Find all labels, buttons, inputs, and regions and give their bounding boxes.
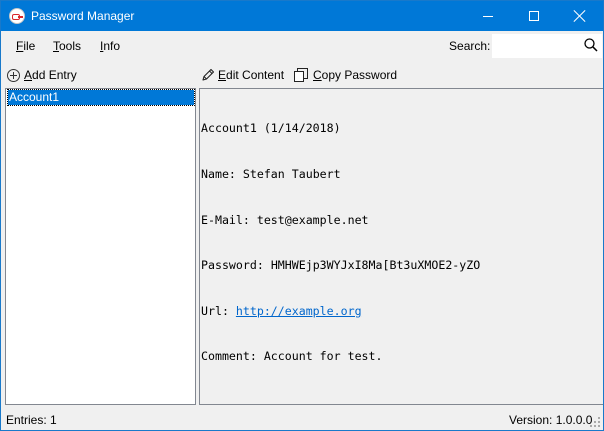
plus-circle-icon [7,68,20,82]
detail-name-row: Name: Stefan Taubert [201,167,480,182]
add-entry-label: dd Entry [32,68,77,82]
detail-email-value: test@example.net [256,212,369,227]
detail-comment-value: Account for test. [263,349,383,364]
add-entry-button[interactable]: Add Entry [7,66,77,84]
copy-password-accelerator: C [313,68,322,82]
detail-url-label: Url: [201,303,236,318]
menu-tools[interactable]: Tools [53,39,81,53]
title-bar[interactable]: Password Manager [1,1,603,31]
detail-name-label: Name: [201,167,243,181]
entry-list[interactable]: Account1 [5,88,196,405]
detail-comment-row: Comment: Account for test. [201,349,480,364]
status-version: Version: 1.0.0.0 [509,413,593,427]
minimize-icon [483,15,493,17]
pencil-icon [202,68,215,81]
edit-content-button[interactable]: Edit Content [201,66,284,84]
detail-comment-label: Comment: [201,349,264,364]
minimize-button[interactable] [465,1,511,31]
detail-password-value: HMHWEjp3WYJxI8Ma[Bt3uXMOE2-yZO [270,258,481,273]
menu-info-label: nfo [103,39,121,53]
copy-password-label: opy Password [321,68,398,82]
status-bar: Entries: 1 Version: 1.0.0.0 [1,406,603,430]
close-button[interactable] [557,1,603,31]
edit-content-label: dit Content [226,68,285,82]
entry-details-text: Account1 (1/14/2018) Name: Stefan Tauber… [201,91,480,395]
add-entry-accelerator: A [24,68,33,82]
menu-file-label: ile [23,39,36,53]
detail-header: Account1 (1/14/2018) [201,121,341,136]
search-label: Search: [449,39,490,53]
details-toolbar: Edit Content Copy Password [198,62,603,87]
detail-email-row: E-Mail: test@example.net [201,213,480,228]
menu-file[interactable]: File [16,39,35,53]
resize-grip-icon[interactable] [590,417,601,428]
maximize-button[interactable] [511,1,557,31]
copy-password-button[interactable]: Copy Password [294,66,397,84]
main-window: Password Manager File Tools Info Search:… [0,0,604,431]
detail-password-label: Password: [201,258,271,273]
list-item[interactable]: Account1 [7,89,195,106]
search-label-text: earch: [457,39,491,53]
search-icon[interactable] [584,38,598,52]
search-label-accelerator: S [449,39,458,53]
entry-details[interactable]: Account1 (1/14/2018) Name: Stefan Tauber… [199,88,603,405]
copy-icon [294,68,308,82]
search-box[interactable] [492,34,602,58]
status-entries-count: Entries: 1 [6,413,57,427]
pane-splitter[interactable] [196,62,198,405]
search-input[interactable] [496,37,576,55]
menu-tools-label: ools [59,39,82,53]
detail-email-label: E-Mail: [201,212,257,227]
menu-info[interactable]: Info [100,39,120,53]
detail-url-link[interactable]: http://example.org [236,304,362,318]
detail-name-value: Stefan Taubert [242,167,341,181]
entries-toolbar: Add Entry [3,62,196,87]
maximize-icon [529,11,539,21]
close-icon [574,10,586,22]
edit-content-accelerator: E [218,68,227,82]
app-key-icon [9,8,25,24]
detail-password-row: Password: HMHWEjp3WYJxI8Ma[Bt3uXMOE2-yZO [201,258,480,273]
window-title: Password Manager [31,9,135,23]
detail-url-row: Url: http://example.org [201,304,480,319]
